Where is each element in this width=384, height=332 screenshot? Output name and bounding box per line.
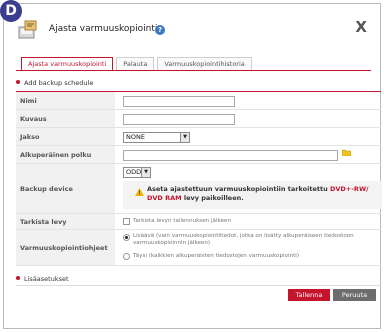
source-path-input[interactable]: [123, 150, 338, 161]
tab-bar: Ajasta varmuuskopiointi Palauta Varmuuskop…: [21, 57, 255, 71]
backup-device-value-cell: ODD ▼ Aseta ajastettuun varmuuskopiointi…: [120, 164, 382, 213]
full-backup-option-label: Täysi (kaikkien alkuperäisten tiedostoje…: [133, 253, 300, 259]
advanced-bullet: [16, 276, 20, 280]
source-path-label: Alkuperäinen polku: [16, 146, 115, 163]
incremental-radio[interactable]: [123, 234, 130, 241]
name-input[interactable]: [123, 96, 235, 107]
description-label: Kuvaus: [16, 110, 115, 127]
warning-message: Aseta ajastettuun varmuuskopiointiin tar…: [147, 185, 380, 203]
backup-device-warning: Aseta ajastettuun varmuuskopiointiin tar…: [123, 181, 382, 209]
row-check-disk: Tarkista levy Tarkista levyn tallennukse…: [16, 214, 381, 230]
section-bullet: [16, 80, 20, 84]
warning-suffix: levy paikoilleen.: [181, 194, 244, 202]
row-name: Nimi: [16, 92, 381, 110]
row-description: Kuvaus: [16, 110, 381, 128]
guidance-label: Varmuuskopiointiohjeet: [16, 230, 115, 265]
check-disk-label: Tarkista levy: [16, 214, 115, 229]
row-source-path: Alkuperäinen polku: [16, 146, 381, 164]
period-value-cell: NONE ▼: [120, 128, 381, 145]
period-select[interactable]: NONE ▼: [123, 132, 190, 143]
warning-prefix: Aseta ajastettuun varmuuskopiointiin tar…: [147, 185, 330, 193]
check-disk-checkbox[interactable]: [123, 218, 130, 225]
section-header: Add backup schedule: [16, 79, 93, 87]
full-backup-radio[interactable]: [123, 253, 130, 260]
source-path-value-cell: [120, 146, 381, 163]
tab-schedule-backup[interactable]: Ajasta varmuuskopiointi: [21, 57, 114, 71]
check-disk-value-cell: Tarkista levyn tallennuksen jälkeen: [120, 214, 381, 229]
row-backup-device: Backup device ODD ▼ Aseta ajastettuun va…: [16, 164, 382, 214]
backup-device-select[interactable]: ODD ▼: [123, 167, 151, 178]
advanced-settings-header[interactable]: Lisäasetukset: [16, 275, 69, 283]
advanced-settings-title: Lisäasetukset: [24, 275, 69, 283]
dialog-titlebar: Ajasta varmuuskopiointi ? X: [16, 16, 371, 44]
tabs-underline: [16, 70, 371, 71]
close-button[interactable]: X: [355, 18, 367, 36]
footer-divider: [16, 285, 381, 286]
row-backup-guidance: Varmuuskopiointiohjeet Lisäävä (vain var…: [16, 230, 381, 266]
backup-schedule-icon: [18, 20, 37, 39]
incremental-option-line1: Lisäävä (vain varmuuskopiointitiedot, jo…: [133, 233, 354, 239]
section-title: Add backup schedule: [24, 79, 94, 87]
warning-icon: [135, 188, 144, 196]
row-period: Jakso NONE ▼: [16, 128, 381, 146]
period-label: Jakso: [16, 128, 115, 145]
dialog-title: Ajasta varmuuskopiointi: [49, 24, 158, 34]
backup-device-label: Backup device: [16, 164, 115, 213]
tab-backup-history[interactable]: Varmuuskopiointihistoria: [157, 57, 252, 71]
name-value-cell: [120, 92, 381, 109]
guidance-value-cell: Lisäävä (vain varmuuskopiointitiedot, jo…: [120, 230, 381, 265]
description-value-cell: [120, 110, 381, 127]
help-icon[interactable]: ?: [155, 25, 165, 35]
folder-icon[interactable]: [342, 149, 351, 156]
chevron-down-icon: ▼: [141, 168, 150, 177]
save-button[interactable]: Tallenna: [288, 289, 330, 301]
period-select-value: NONE: [126, 133, 145, 141]
check-disk-option-label: Tarkista levyn tallennuksen jälkeen: [133, 218, 231, 224]
backup-device-select-value: ODD: [126, 168, 142, 176]
incremental-option-line2: varmuuskopioinnin jälkeen): [133, 240, 211, 246]
name-label: Nimi: [16, 92, 115, 109]
step-badge: D: [0, 0, 22, 22]
cancel-button[interactable]: Peruuta: [333, 289, 376, 301]
chevron-down-icon: ▼: [180, 133, 189, 142]
description-input[interactable]: [123, 114, 235, 125]
tab-restore[interactable]: Palauta: [116, 57, 155, 71]
